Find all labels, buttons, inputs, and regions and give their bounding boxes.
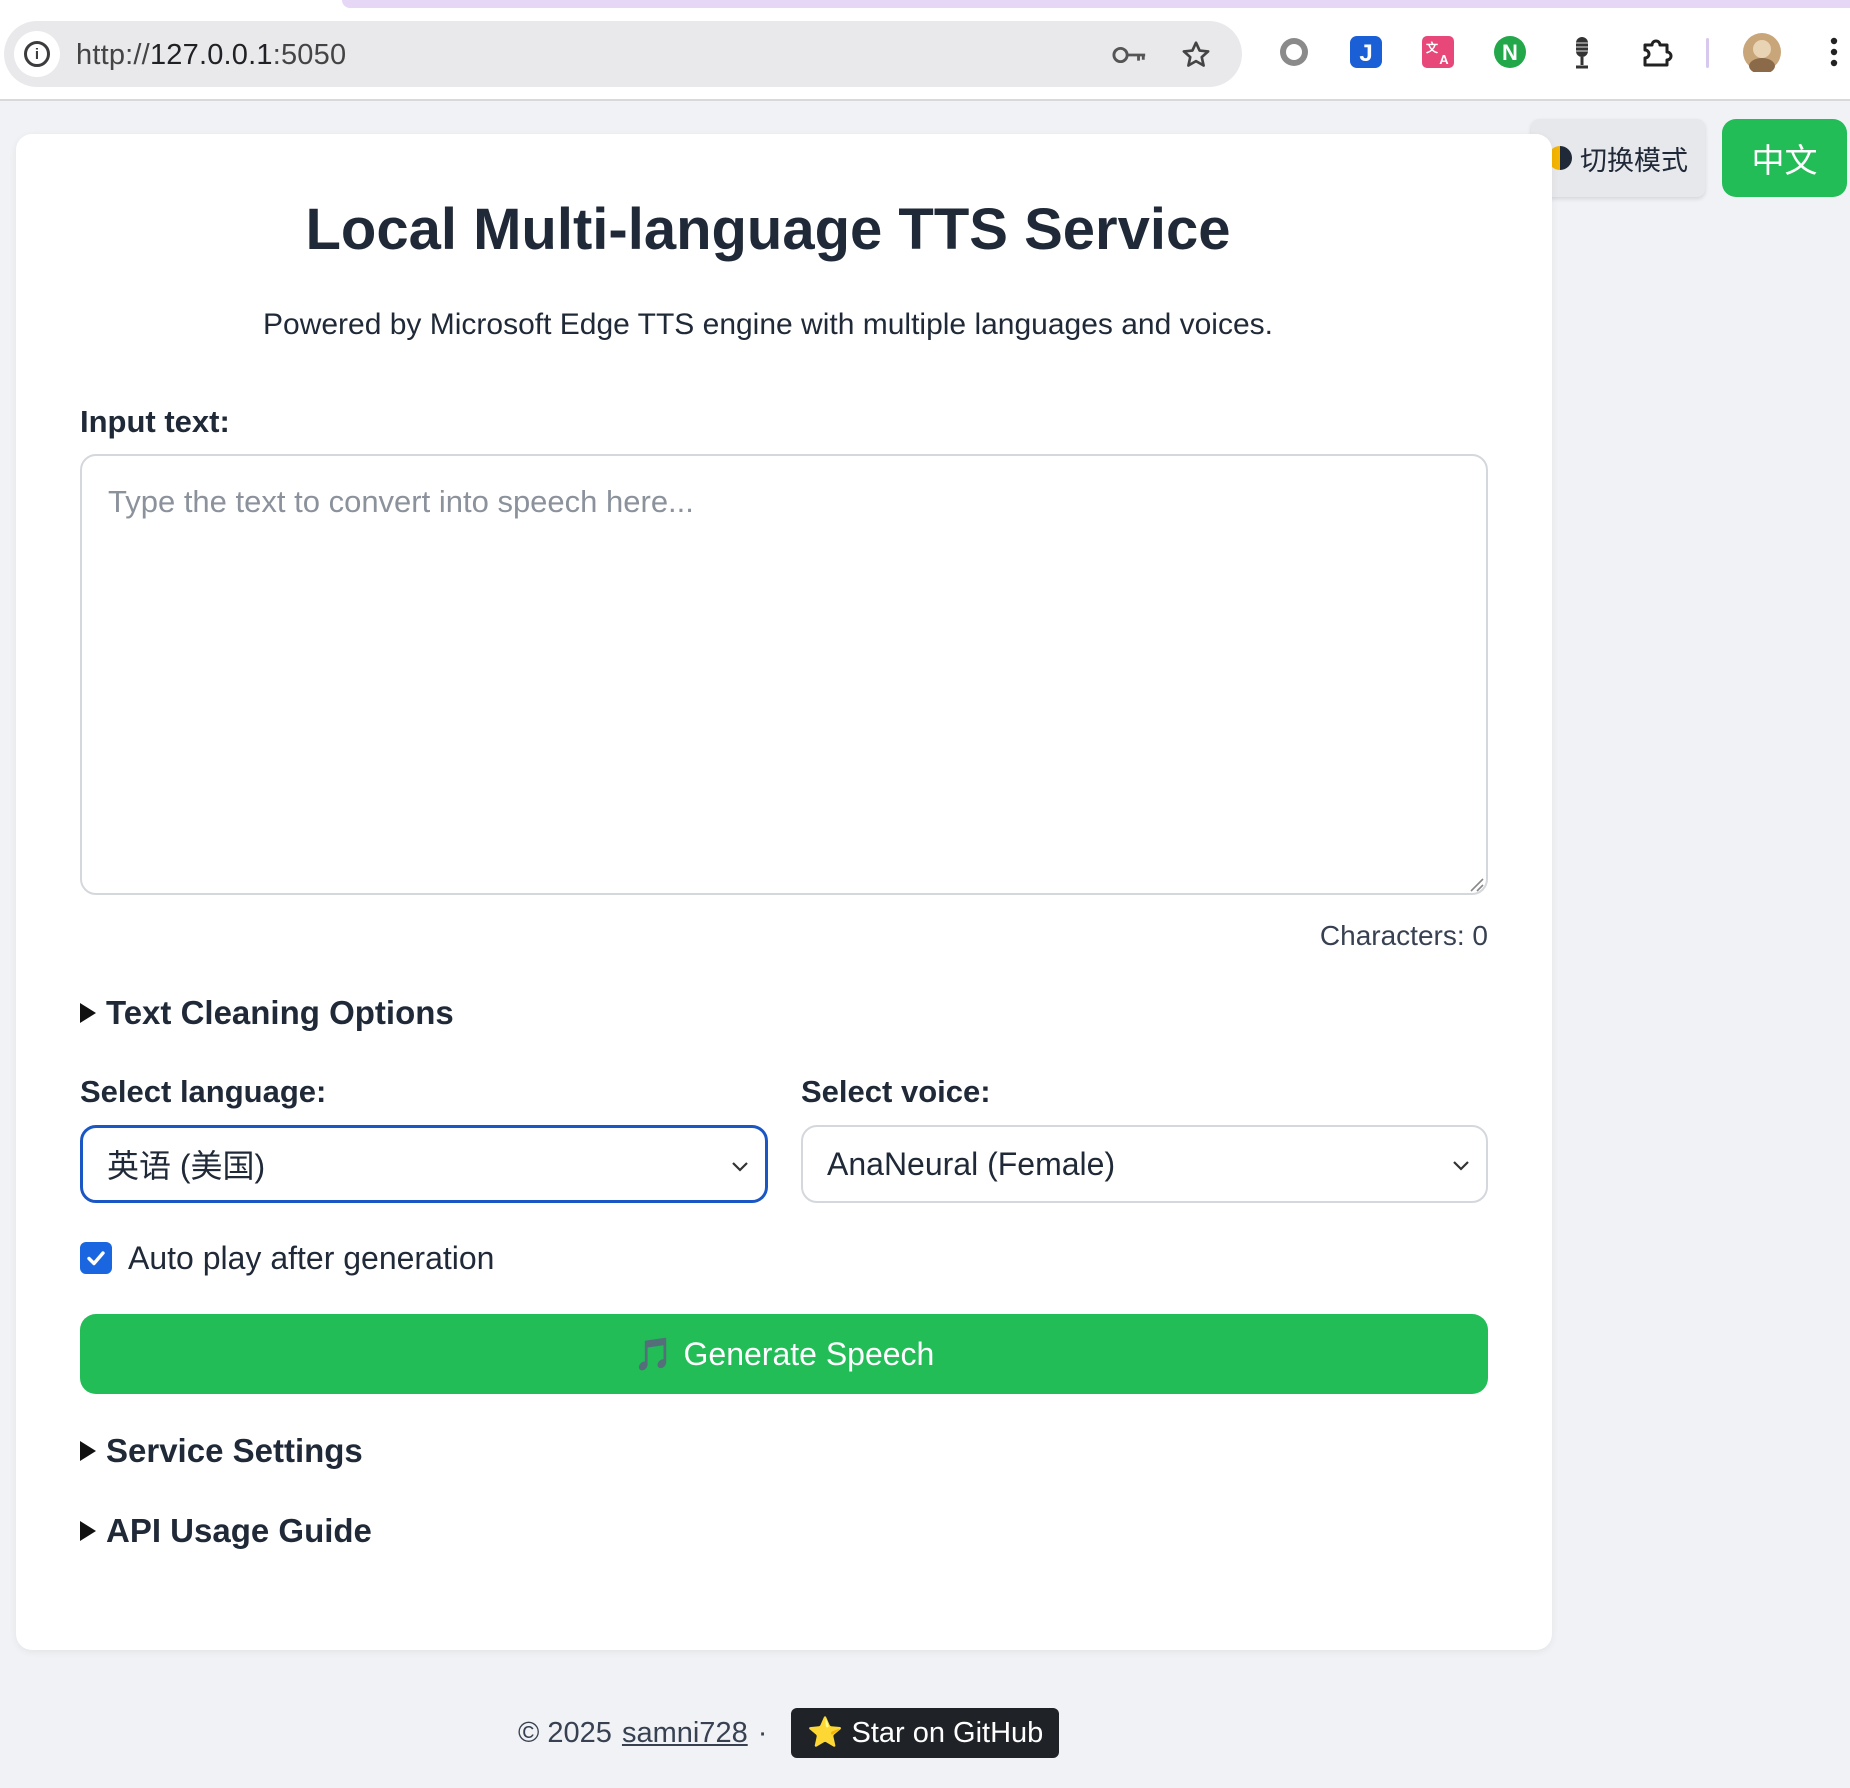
text-cleaning-toggle[interactable]: Text Cleaning Options <box>80 994 454 1032</box>
browser-toolbar: i http://127.0.0.1:5050 J 文A N <box>0 0 1850 101</box>
language-select-label: Select language: <box>80 1074 327 1109</box>
bookmark-star-icon[interactable] <box>1178 37 1214 73</box>
api-guide-toggle[interactable]: API Usage Guide <box>80 1512 372 1550</box>
autoplay-label[interactable]: Auto play after generation <box>128 1240 494 1277</box>
theme-toggle-label: 切换模式 <box>1580 145 1688 176</box>
svg-text:J: J <box>1359 40 1372 67</box>
translate-icon[interactable]: 文A <box>1420 34 1456 70</box>
svg-text:A: A <box>1439 52 1449 67</box>
star-icon: ⭐ <box>807 1717 844 1749</box>
input-text-label: Input text: <box>80 404 230 439</box>
microphone-icon[interactable] <box>1564 34 1600 70</box>
browser-menu-icon[interactable] <box>1816 34 1850 70</box>
language-select[interactable]: 英语 (美国) <box>80 1125 768 1203</box>
chevron-down-icon <box>732 1162 748 1172</box>
generate-speech-label: Generate Speech <box>683 1335 935 1372</box>
page-subtitle: Powered by Microsoft Edge TTS engine wit… <box>263 308 1273 341</box>
api-guide-label: API Usage Guide <box>106 1512 372 1549</box>
footer-separator: · <box>757 1716 768 1749</box>
page-title: Local Multi-language TTS Service <box>305 197 1231 262</box>
url-text[interactable]: http://127.0.0.1:5050 <box>76 39 346 72</box>
tab-strip-accent <box>342 0 1850 8</box>
resize-grip-icon[interactable] <box>1468 876 1484 892</box>
n-extension-icon[interactable]: N <box>1492 34 1528 70</box>
record-icon[interactable] <box>1276 34 1312 70</box>
service-settings-label: Service Settings <box>106 1432 363 1469</box>
language-toggle-button[interactable]: 中文 <box>1722 119 1847 197</box>
toolbar-separator <box>1706 38 1709 68</box>
service-settings-toggle[interactable]: Service Settings <box>80 1432 363 1470</box>
password-key-icon[interactable] <box>1112 37 1148 73</box>
footer: © 2025 samni728 · ⭐ Star on GitHub <box>518 1708 1060 1758</box>
copyright-text: © 2025 <box>518 1716 612 1749</box>
voice-select[interactable]: AnaNeural (Female) <box>801 1125 1488 1203</box>
checkmark-icon <box>87 1251 105 1266</box>
voice-select-label: Select voice: <box>801 1074 991 1109</box>
text-cleaning-label: Text Cleaning Options <box>106 994 454 1031</box>
disclosure-triangle-icon <box>80 1003 96 1023</box>
author-link[interactable]: samni728 <box>622 1717 748 1750</box>
generate-speech-button[interactable]: 🎵 Generate Speech <box>80 1314 1488 1394</box>
theme-toggle-button[interactable]: 切换模式 <box>1531 119 1705 197</box>
disclosure-triangle-icon <box>80 1521 96 1541</box>
star-on-github-button[interactable]: ⭐ Star on GitHub <box>791 1708 1060 1758</box>
language-select-value: 英语 (美国) <box>107 1148 266 1184</box>
text-input[interactable] <box>80 454 1488 895</box>
address-bar[interactable]: i http://127.0.0.1:5050 <box>4 21 1242 87</box>
chevron-down-icon <box>1453 1161 1469 1171</box>
svg-text:N: N <box>1502 40 1518 65</box>
music-note-icon: 🎵 <box>633 1336 674 1372</box>
site-info-icon[interactable]: i <box>14 31 60 77</box>
character-count: Characters: 0 <box>1319 920 1488 951</box>
disclosure-triangle-icon <box>80 1441 96 1461</box>
puzzle-icon[interactable] <box>1638 34 1674 70</box>
profile-avatar[interactable] <box>1742 32 1782 72</box>
voice-select-value: AnaNeural (Female) <box>827 1145 1116 1182</box>
j-extension-icon[interactable]: J <box>1348 34 1384 70</box>
svg-text:文: 文 <box>1426 40 1439 55</box>
autoplay-checkbox[interactable] <box>80 1242 112 1274</box>
star-on-github-label: Star on GitHub <box>851 1716 1044 1749</box>
